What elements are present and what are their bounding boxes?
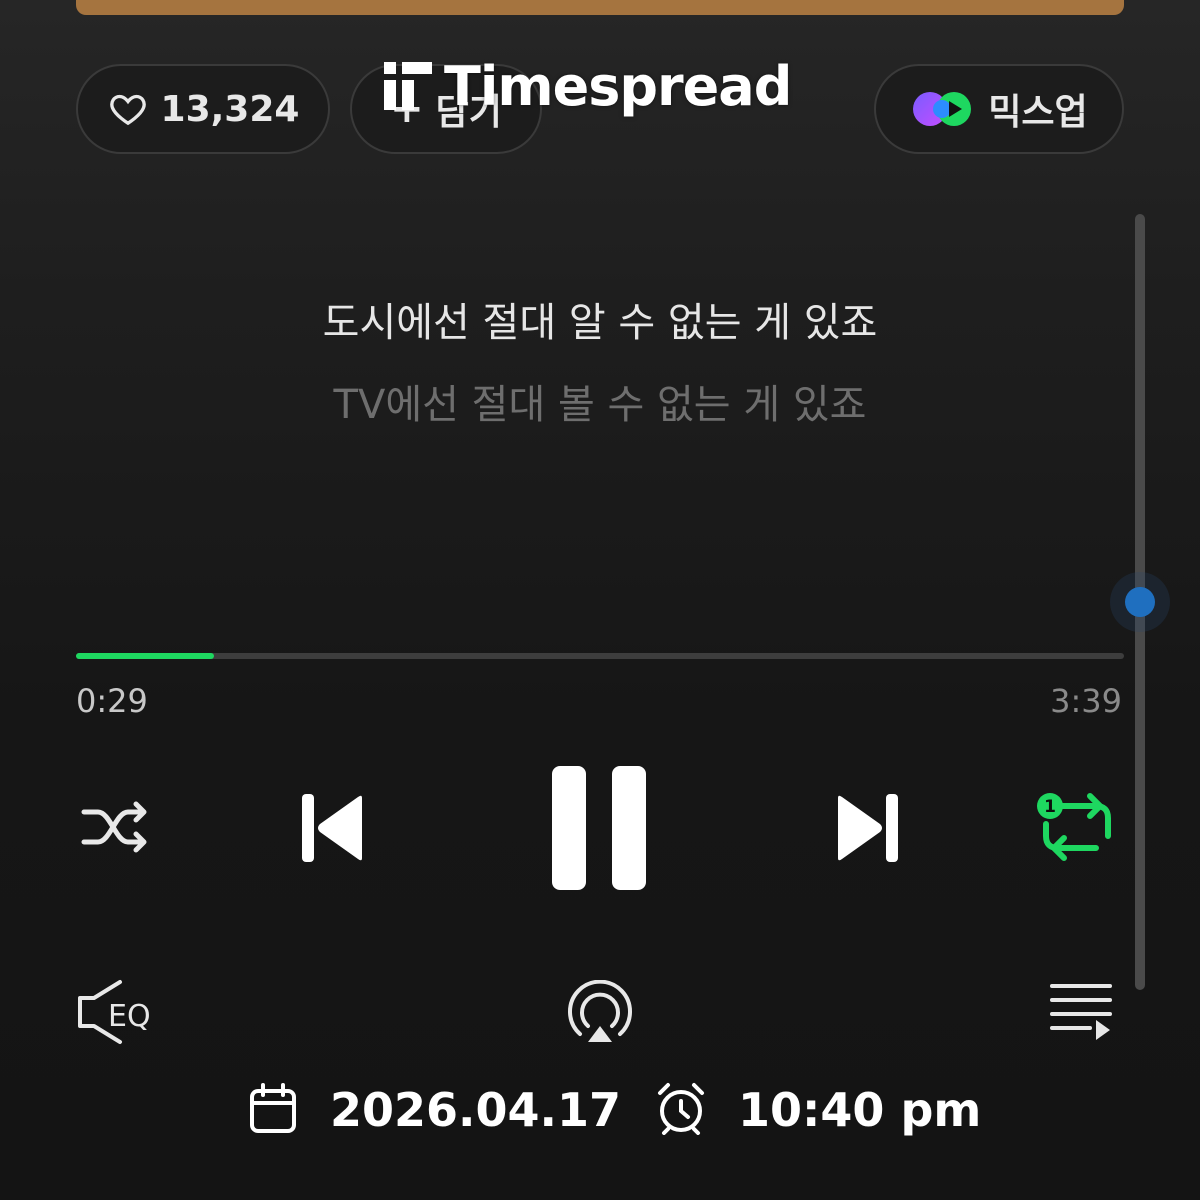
mixup-icon — [913, 92, 972, 126]
lyric-next-line[interactable]: TV에선 절대 볼 수 없는 게 있죠 — [0, 372, 1200, 430]
pause-bar-right — [612, 766, 646, 890]
repeat-one-badge: 1 — [1044, 797, 1056, 817]
footer-time: 10:40 pm — [738, 1083, 982, 1137]
eq-icon-label: EQ — [108, 999, 151, 1034]
eq-button[interactable]: EQ — [74, 978, 166, 1046]
pause-bar-left — [552, 766, 586, 890]
like-button[interactable]: 13,324 — [76, 64, 330, 154]
heart-icon — [109, 94, 146, 126]
alarm-clock-icon — [658, 1083, 704, 1135]
total-duration: 3:39 — [1050, 682, 1122, 720]
previous-button[interactable] — [300, 792, 366, 864]
lyric-current-line[interactable]: 도시에선 절대 알 수 없는 게 있죠 — [0, 290, 1200, 348]
brand-logo: Timespread — [382, 54, 792, 118]
shuffle-icon[interactable] — [80, 798, 154, 856]
like-count: 13,324 — [160, 88, 300, 130]
mixup-label: 믹스업 — [988, 92, 1088, 133]
mixup-button[interactable]: 믹스업 — [874, 64, 1124, 154]
brand-name: Timespread — [444, 54, 792, 118]
playlist-icon[interactable] — [1050, 982, 1116, 1044]
pause-button[interactable] — [552, 766, 648, 890]
next-button[interactable] — [834, 792, 900, 864]
album-art-edge — [76, 0, 1124, 15]
progress-bar[interactable] — [76, 653, 1124, 659]
calendar-icon — [250, 1083, 296, 1133]
airplay-icon[interactable] — [564, 980, 636, 1044]
timespread-logo-icon — [384, 62, 432, 110]
footer-date: 2026.04.17 — [330, 1083, 622, 1137]
timestamp-footer: 2026.04.17 10:40 pm — [0, 1075, 1200, 1145]
elapsed-time: 0:29 — [76, 682, 148, 720]
lyrics-scroll-thumb[interactable] — [1110, 572, 1170, 632]
progress-fill — [76, 653, 215, 659]
repeat-one-icon[interactable]: 1 — [1036, 792, 1118, 862]
